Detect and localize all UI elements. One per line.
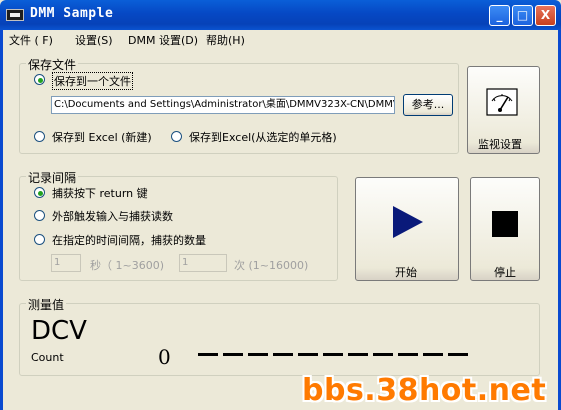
start-label: 开始 bbox=[395, 266, 417, 279]
readout-dash bbox=[348, 353, 368, 356]
minimize-button[interactable]: _ bbox=[489, 5, 510, 26]
menu-help[interactable]: 帮助(H) bbox=[206, 32, 245, 48]
count-label: Count bbox=[31, 351, 64, 364]
monitor-settings-label: 监视设置 bbox=[478, 138, 522, 151]
save-excel-new-label[interactable]: 保存到 Excel (新建) bbox=[52, 129, 152, 145]
readout-dash bbox=[273, 353, 293, 356]
external-trigger-radio[interactable] bbox=[34, 210, 45, 221]
measurement-mode: DCV bbox=[31, 316, 87, 346]
capture-return-radio[interactable] bbox=[34, 187, 45, 198]
readout-dash bbox=[298, 353, 318, 356]
menu-dmm-settings[interactable]: DMM 设置(D) bbox=[128, 32, 198, 48]
capture-return-label[interactable]: 捕获按下 return 键 bbox=[52, 185, 148, 201]
save-file-group-title: 保存文件 bbox=[26, 56, 79, 73]
count-value: 0 bbox=[158, 345, 171, 369]
readout-dash bbox=[423, 353, 443, 356]
menu-file[interactable]: 文件 ( F) bbox=[9, 32, 53, 48]
save-excel-cell-radio[interactable] bbox=[171, 131, 182, 142]
readout-dash bbox=[373, 353, 393, 356]
play-icon bbox=[393, 206, 423, 238]
save-excel-cell-label[interactable]: 保存到Excel(从选定的单元格) bbox=[189, 129, 337, 145]
window-frame-left bbox=[0, 30, 3, 410]
capture-count-field[interactable]: 1 bbox=[179, 254, 227, 272]
save-to-file-radio[interactable] bbox=[34, 74, 45, 85]
interval-seconds-field[interactable]: 1 bbox=[51, 254, 81, 272]
measurement-group-title: 测量值 bbox=[26, 296, 67, 313]
capture-count-unit: 次 (1~16000) bbox=[234, 259, 309, 272]
maximize-button[interactable]: □ bbox=[512, 5, 533, 26]
readout-dash bbox=[398, 353, 418, 356]
stop-icon bbox=[492, 211, 518, 237]
timed-interval-label[interactable]: 在指定的时间间隔，捕获的数量 bbox=[52, 232, 206, 248]
readout-dash bbox=[198, 353, 218, 356]
close-button[interactable]: X bbox=[535, 5, 556, 26]
browse-button[interactable]: 参考... bbox=[403, 94, 453, 116]
timed-interval-radio[interactable] bbox=[34, 234, 45, 245]
readout-dash bbox=[323, 353, 343, 356]
save-to-file-label[interactable]: 保存到一个文件 bbox=[52, 72, 133, 90]
watermark-text: bbs.38hot.net bbox=[302, 373, 547, 408]
meter-icon bbox=[486, 88, 518, 116]
stop-label: 停止 bbox=[494, 266, 516, 279]
external-trigger-label[interactable]: 外部触发输入与捕获读数 bbox=[52, 208, 173, 224]
save-excel-new-radio[interactable] bbox=[34, 131, 45, 142]
app-icon[interactable] bbox=[6, 9, 24, 21]
readout-dash bbox=[448, 353, 468, 356]
interval-seconds-unit: 秒（ 1~3600) bbox=[90, 259, 164, 272]
measurement-group bbox=[19, 303, 540, 376]
window-title: DMM Sample bbox=[30, 6, 114, 21]
menu-settings[interactable]: 设置(S) bbox=[75, 32, 113, 48]
readout-dash bbox=[248, 353, 268, 356]
readout-dash bbox=[223, 353, 243, 356]
record-interval-group-title: 记录间隔 bbox=[26, 169, 79, 186]
file-path-field[interactable]: C:\Documents and Settings\Administrator\… bbox=[51, 96, 395, 114]
